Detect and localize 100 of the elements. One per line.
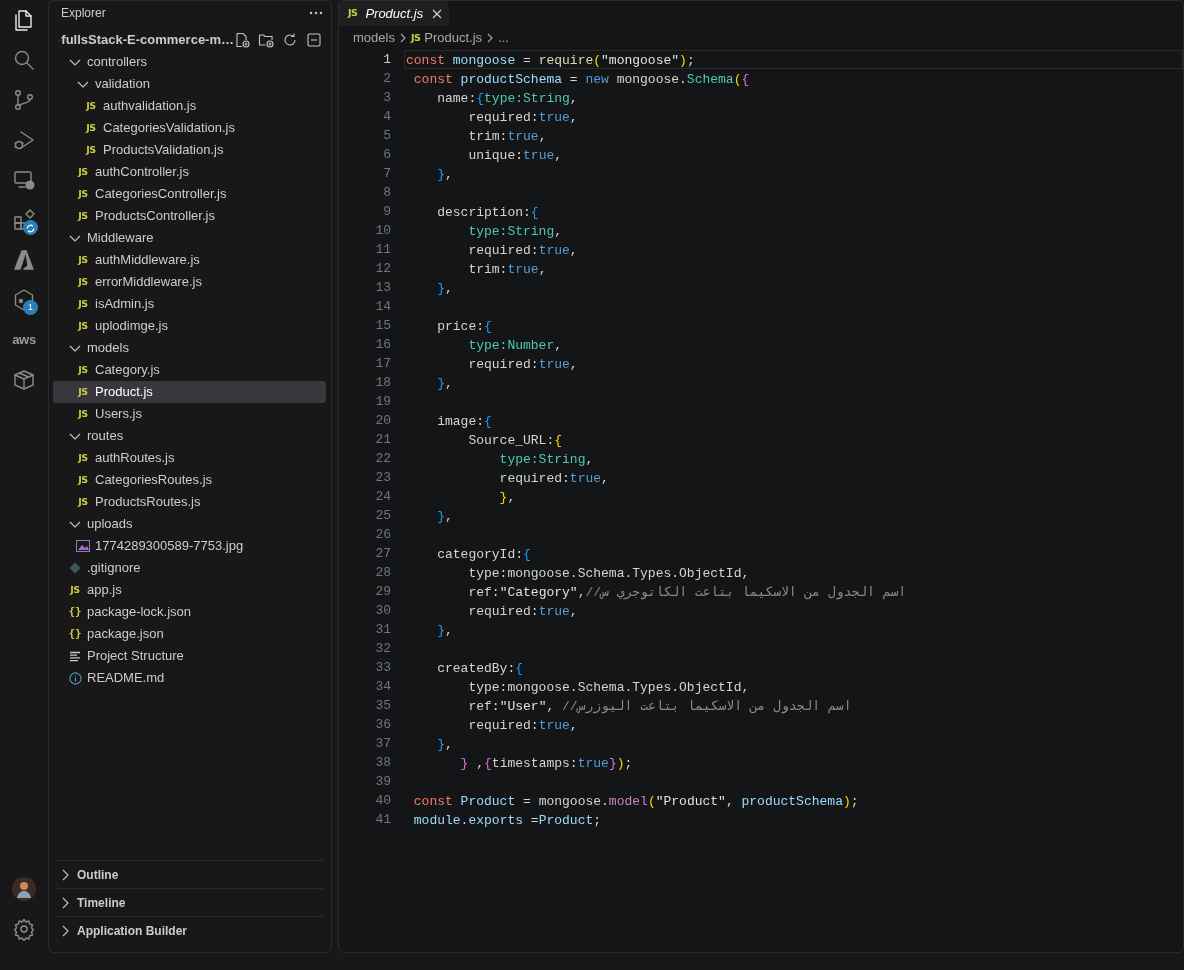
javascript-file-icon: JS bbox=[78, 494, 88, 510]
panel-header[interactable]: Timeline bbox=[57, 888, 323, 916]
line-number: 34 bbox=[374, 678, 391, 696]
javascript-file-icon: JS bbox=[78, 164, 88, 180]
code-line: required:true, bbox=[467, 242, 579, 259]
file-item[interactable]: JS authController.js bbox=[53, 161, 326, 183]
image-file-icon bbox=[76, 540, 90, 552]
javascript-file-icon: JS bbox=[78, 296, 88, 312]
file-item[interactable]: JS errorMiddleware.js bbox=[53, 271, 326, 293]
line-number: 3 bbox=[382, 89, 391, 107]
editor-tab[interactable]: JS Product.js bbox=[339, 1, 450, 26]
code-line: unique:true, bbox=[467, 147, 564, 164]
file-item[interactable]: JS isAdmin.js bbox=[53, 293, 326, 315]
code-line: trim:true, bbox=[467, 128, 548, 145]
javascript-file-icon: JS bbox=[78, 472, 88, 488]
javascript-file-icon: JS bbox=[348, 6, 358, 21]
breadcrumb-item[interactable]: JS Product.js bbox=[410, 28, 483, 48]
file-item[interactable]: {} package-lock.json bbox=[53, 601, 326, 623]
line-number: 24 bbox=[374, 488, 391, 506]
line-number: 21 bbox=[374, 431, 391, 449]
code-line: type:Number, bbox=[467, 337, 564, 354]
panel-header[interactable]: Application Builder bbox=[57, 916, 323, 944]
line-number: 8 bbox=[382, 184, 391, 202]
javascript-file-icon: JS bbox=[78, 208, 88, 224]
file-item[interactable]: .gitignore bbox=[53, 557, 326, 579]
avatar-icon bbox=[12, 877, 36, 901]
javascript-file-icon: JS bbox=[78, 318, 88, 334]
code-line: required:true, bbox=[467, 717, 579, 734]
breadcrumb-item[interactable]: ... bbox=[498, 28, 509, 48]
refresh-icon[interactable] bbox=[282, 32, 298, 48]
line-number: 40 bbox=[374, 792, 391, 810]
aws-button[interactable]: aws bbox=[0, 320, 48, 360]
text-lines-icon bbox=[69, 650, 81, 662]
line-number: 18 bbox=[374, 374, 391, 392]
file-item[interactable]: README.md bbox=[53, 667, 326, 689]
package-icon bbox=[12, 368, 36, 392]
file-item[interactable]: JS authvalidation.js bbox=[53, 95, 326, 117]
code-line: }, bbox=[436, 736, 454, 753]
file-item[interactable]: JS Category.js bbox=[53, 359, 326, 381]
folder-item[interactable]: models bbox=[53, 337, 326, 359]
close-icon[interactable] bbox=[431, 7, 444, 20]
new-folder-icon[interactable] bbox=[258, 32, 274, 48]
file-item[interactable]: JS authMiddleware.js bbox=[53, 249, 326, 271]
folder-label: fullsStack-E-commerce-m… bbox=[61, 31, 234, 50]
file-item[interactable]: JS ProductsController.js bbox=[53, 205, 326, 227]
settings-icon bbox=[12, 917, 36, 941]
file-item[interactable]: Project Structure bbox=[53, 645, 326, 667]
file-item[interactable]: JS uplodimge.js bbox=[53, 315, 326, 337]
activity-button[interactable]: 1 bbox=[0, 280, 48, 320]
file-item[interactable]: JS CategoriesController.js bbox=[53, 183, 326, 205]
line-number: 23 bbox=[374, 469, 391, 487]
count-badge: 1 bbox=[23, 300, 38, 315]
file-item[interactable]: JS authRoutes.js bbox=[53, 447, 326, 469]
code-line: const productSchema = new mongoose.Schema({ bbox=[412, 71, 751, 88]
code-line: const Product = mongoose.model("Product", productSchema); bbox=[412, 793, 860, 810]
file-item[interactable]: JS CategoriesValidation.js bbox=[53, 117, 326, 139]
file-item[interactable]: JS app.js bbox=[53, 579, 326, 601]
folder-item[interactable]: validation bbox=[53, 73, 326, 95]
file-item[interactable]: JS ProductsValidation.js bbox=[53, 139, 326, 161]
line-number: 38 bbox=[374, 754, 391, 772]
collapse-all-icon[interactable] bbox=[306, 32, 322, 48]
line-number: 31 bbox=[374, 621, 391, 639]
javascript-file-icon: JS bbox=[78, 406, 88, 422]
javascript-file-icon: JS bbox=[86, 142, 96, 158]
folder-item[interactable]: routes bbox=[53, 425, 326, 447]
file-item[interactable]: JS Product.js bbox=[53, 381, 326, 403]
code-line: }, bbox=[436, 166, 454, 183]
folder-item[interactable]: controllers bbox=[53, 51, 326, 73]
code-line: }, bbox=[436, 375, 454, 392]
line-number: 6 bbox=[382, 146, 391, 164]
line-number: 16 bbox=[374, 336, 391, 354]
extensions-icon bbox=[12, 208, 36, 232]
breadcrumb-item[interactable]: models bbox=[353, 28, 395, 48]
line-number: 25 bbox=[374, 507, 391, 525]
panel-header[interactable]: Outline bbox=[57, 860, 323, 888]
code-line: }, bbox=[436, 280, 454, 297]
file-item[interactable]: JS ProductsRoutes.js bbox=[53, 491, 326, 513]
line-number: 29 bbox=[374, 583, 391, 601]
code-line: }, bbox=[436, 622, 454, 639]
code-line: name:{type:String, bbox=[436, 90, 579, 107]
azure-icon bbox=[12, 248, 36, 272]
folder-item[interactable]: Middleware bbox=[53, 227, 326, 249]
file-item[interactable]: JS CategoriesRoutes.js bbox=[53, 469, 326, 491]
line-number: 28 bbox=[374, 564, 391, 582]
chevron-icon bbox=[486, 32, 495, 44]
line-number: 22 bbox=[374, 450, 391, 468]
line-number: 33 bbox=[374, 659, 391, 677]
file-item[interactable]: 1774289300589-7753.jpg bbox=[53, 535, 326, 557]
file-item[interactable]: {} package.json bbox=[53, 623, 326, 645]
line-number: 39 bbox=[374, 773, 391, 791]
line-number: 11 bbox=[374, 241, 391, 259]
more-actions-icon[interactable] bbox=[309, 11, 323, 15]
code-line: categoryId:{ bbox=[436, 546, 532, 563]
new-file-icon[interactable] bbox=[234, 32, 250, 48]
folder-item[interactable]: uploads bbox=[53, 513, 326, 535]
run-debug-icon bbox=[12, 128, 36, 152]
code-line: type:mongoose.Schema.Types.ObjectId, bbox=[467, 679, 751, 696]
code-line: required:true, bbox=[467, 356, 579, 373]
file-item[interactable]: JS Users.js bbox=[53, 403, 326, 425]
line-number: 9 bbox=[382, 203, 391, 221]
